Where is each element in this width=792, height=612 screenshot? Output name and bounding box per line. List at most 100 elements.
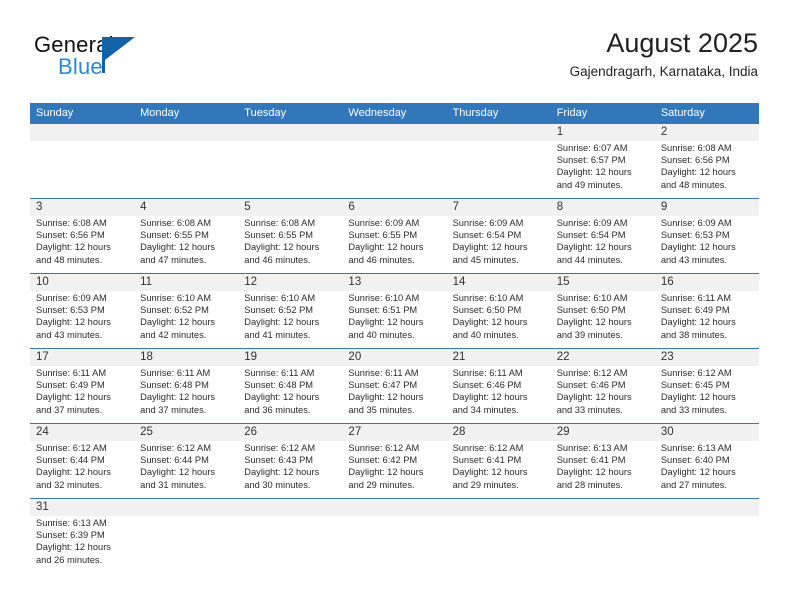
calendar-day-cell[interactable]: 8 Sunrise: 6:09 AM Sunset: 6:54 PM Daylight… xyxy=(551,199,655,273)
daylight-text-line1: Daylight: 12 hours xyxy=(556,242,632,253)
calendar-day-cell[interactable]: 28 Sunrise: 6:12 AM Sunset: 6:41 PM Dayligh… xyxy=(447,424,551,498)
daylight-text-line2: and 29 minutes. xyxy=(452,479,519,490)
day-sun-info: Sunrise: 6:11 AM Sunset: 6:48 PM Daylight:… xyxy=(140,367,233,416)
daylight-text-line1: Daylight: 12 hours xyxy=(36,467,111,478)
calendar-day-cell[interactable]: 12 Sunrise: 6:10 AM Sunset: 6:52 PM Dayligh… xyxy=(238,274,342,348)
calendar-week-row: 24 Sunrise: 6:12 AM Sunset: 6:44 PM Dayligh… xyxy=(30,423,759,498)
calendar-day-cell[interactable]: 2 Sunrise: 6:08 AM Sunset: 6:56 PM Daylight… xyxy=(655,124,759,198)
day-number: 12 xyxy=(244,276,258,288)
day-number: 31 xyxy=(36,501,49,513)
calendar-day-cell[interactable]: 15 Sunrise: 6:10 AM Sunset: 6:50 PM Dayligh… xyxy=(551,274,655,348)
day-sun-info: Sunrise: 6:08 AM Sunset: 6:56 PM Daylight:… xyxy=(661,142,754,191)
sunrise-text: Sunrise: 6:09 AM xyxy=(36,293,107,303)
calendar-day-cell[interactable]: 6 Sunrise: 6:09 AM Sunset: 6:55 PM Daylight… xyxy=(342,199,446,273)
sunrise-text: Sunrise: 6:08 AM xyxy=(244,218,316,228)
day-sun-info: Sunrise: 6:09 AM Sunset: 6:53 PM Daylight:… xyxy=(36,292,129,341)
daylight-text-line1: Daylight: 12 hours xyxy=(140,392,216,403)
calendar-day-cell[interactable]: 3 Sunrise: 6:08 AM Sunset: 6:56 PM Daylight… xyxy=(30,199,134,273)
calendar-day-cell[interactable]: 10 Sunrise: 6:09 AM Sunset: 6:53 PM Dayligh… xyxy=(30,274,134,348)
sunset-text: Sunset: 6:46 PM xyxy=(452,380,522,391)
sunrise-text: Sunrise: 6:12 AM xyxy=(244,443,316,453)
day-number: 4 xyxy=(140,201,147,213)
sunset-text: Sunset: 6:56 PM xyxy=(660,155,730,166)
calendar-day-cell[interactable]: 7 Sunrise: 6:09 AM Sunset: 6:54 PM Daylight… xyxy=(447,199,551,273)
sunrise-text: Sunrise: 6:10 AM xyxy=(348,293,420,303)
calendar-day-cell[interactable]: 23 Sunrise: 6:12 AM Sunset: 6:45 PM Dayligh… xyxy=(655,349,759,423)
calendar-day-cell[interactable]: 24 Sunrise: 6:12 AM Sunset: 6:44 PM Dayligh… xyxy=(30,424,134,498)
day-number: 21 xyxy=(452,351,466,363)
calendar-day-cell-empty xyxy=(134,124,238,198)
sunset-text: Sunset: 6:57 PM xyxy=(556,155,626,166)
weekday-wednesday: Wednesday xyxy=(348,107,407,119)
day-sun-info: Sunrise: 6:09 AM Sunset: 6:53 PM Daylight:… xyxy=(661,217,754,266)
weekday-monday: Monday xyxy=(140,107,180,119)
day-number: 11 xyxy=(140,276,153,288)
calendar-day-cell[interactable]: 13 Sunrise: 6:10 AM Sunset: 6:51 PM Dayligh… xyxy=(342,274,446,348)
sunset-text: Sunset: 6:54 PM xyxy=(556,230,626,241)
day-sun-info: Sunrise: 6:13 AM Sunset: 6:39 PM Daylight:… xyxy=(36,517,129,566)
daylight-text-line2: and 31 minutes. xyxy=(140,479,207,490)
sunset-text: Sunset: 6:55 PM xyxy=(244,230,314,241)
day-sun-info: Sunrise: 6:09 AM Sunset: 6:54 PM Daylight:… xyxy=(453,217,546,266)
calendar-day-cell-empty xyxy=(551,499,655,579)
daylight-text-line2: and 26 minutes. xyxy=(36,554,103,565)
daylight-text-line1: Daylight: 12 hours xyxy=(556,392,632,403)
calendar-day-cell[interactable]: 21 Sunrise: 6:11 AM Sunset: 6:46 PM Dayligh… xyxy=(447,349,551,423)
sunset-text: Sunset: 6:52 PM xyxy=(244,305,314,316)
daylight-text-line2: and 37 minutes. xyxy=(36,404,103,415)
daylight-text-line1: Daylight: 12 hours xyxy=(452,392,528,403)
calendar-day-cell-empty xyxy=(238,124,342,198)
calendar-day-cell[interactable]: 29 Sunrise: 6:13 AM Sunset: 6:41 PM Dayligh… xyxy=(551,424,655,498)
day-number: 16 xyxy=(660,276,674,288)
daylight-text-line2: and 28 minutes. xyxy=(556,479,623,490)
calendar-day-cell[interactable]: 27 Sunrise: 6:12 AM Sunset: 6:42 PM Dayligh… xyxy=(342,424,446,498)
calendar-day-cell[interactable]: 20 Sunrise: 6:11 AM Sunset: 6:47 PM Dayligh… xyxy=(342,349,446,423)
calendar-day-cell-empty xyxy=(447,499,551,579)
daylight-text-line1: Daylight: 12 hours xyxy=(36,317,111,328)
daylight-text-line2: and 36 minutes. xyxy=(244,404,311,415)
daylight-text-line2: and 45 minutes. xyxy=(452,254,519,265)
sunset-text: Sunset: 6:54 PM xyxy=(452,230,522,241)
weekday-tuesday: Tuesday xyxy=(244,107,287,119)
sunrise-text: Sunrise: 6:12 AM xyxy=(452,443,524,453)
daylight-text-line1: Daylight: 12 hours xyxy=(556,467,632,478)
sunrise-text: Sunrise: 6:11 AM xyxy=(36,368,107,378)
calendar-day-cell[interactable]: 26 Sunrise: 6:12 AM Sunset: 6:43 PM Dayligh… xyxy=(238,424,342,498)
calendar-week-row: 1 Sunrise: 6:07 AM Sunset: 6:57 PM Daylight… xyxy=(30,124,759,198)
day-number: 23 xyxy=(660,351,674,363)
calendar-day-cell[interactable]: 5 Sunrise: 6:08 AM Sunset: 6:55 PM Daylight… xyxy=(238,199,342,273)
day-number: 15 xyxy=(556,276,570,288)
calendar-day-cell[interactable]: 19 Sunrise: 6:11 AM Sunset: 6:48 PM Dayligh… xyxy=(238,349,342,423)
calendar-day-cell[interactable]: 25 Sunrise: 6:12 AM Sunset: 6:44 PM Dayligh… xyxy=(134,424,238,498)
daylight-text-line2: and 44 minutes. xyxy=(556,254,623,265)
calendar-day-cell-empty xyxy=(238,499,342,579)
calendar-day-cell[interactable]: 4 Sunrise: 6:08 AM Sunset: 6:55 PM Daylight… xyxy=(134,199,238,273)
day-number: 20 xyxy=(348,351,362,363)
calendar-day-cell[interactable]: 22 Sunrise: 6:12 AM Sunset: 6:46 PM Dayligh… xyxy=(551,349,655,423)
calendar-day-cell[interactable]: 18 Sunrise: 6:11 AM Sunset: 6:48 PM Dayligh… xyxy=(134,349,238,423)
general-blue-logo[interactable]: General Blue xyxy=(34,34,264,92)
sunset-text: Sunset: 6:55 PM xyxy=(140,230,209,241)
sunrise-text: Sunrise: 6:10 AM xyxy=(452,293,524,303)
daylight-text-line2: and 39 minutes. xyxy=(556,329,623,340)
daylight-text-line1: Daylight: 12 hours xyxy=(244,242,320,253)
day-number: 14 xyxy=(452,276,466,288)
calendar-day-cell[interactable]: 14 Sunrise: 6:10 AM Sunset: 6:50 PM Dayligh… xyxy=(447,274,551,348)
calendar-day-cell-empty xyxy=(342,499,446,579)
daylight-text-line2: and 47 minutes. xyxy=(140,254,207,265)
daylight-text-line2: and 46 minutes. xyxy=(348,254,415,265)
calendar-day-cell[interactable]: 11 Sunrise: 6:10 AM Sunset: 6:52 PM Dayligh… xyxy=(134,274,238,348)
day-number: 28 xyxy=(452,426,466,438)
calendar-day-cell[interactable]: 30 Sunrise: 6:13 AM Sunset: 6:40 PM Dayligh… xyxy=(655,424,759,498)
calendar-day-cell[interactable]: 1 Sunrise: 6:07 AM Sunset: 6:57 PM Daylight… xyxy=(551,124,655,198)
daylight-text-line2: and 34 minutes. xyxy=(452,404,519,415)
day-sun-info: Sunrise: 6:12 AM Sunset: 6:43 PM Daylight:… xyxy=(244,442,337,491)
daylight-text-line2: and 41 minutes. xyxy=(244,329,311,340)
day-number: 22 xyxy=(556,351,570,363)
day-number xyxy=(661,499,754,516)
day-sun-info: Sunrise: 6:10 AM Sunset: 6:51 PM Daylight:… xyxy=(348,292,441,341)
calendar-day-cell[interactable]: 9 Sunrise: 6:09 AM Sunset: 6:53 PM Daylight… xyxy=(655,199,759,273)
calendar-day-cell[interactable]: 17 Sunrise: 6:11 AM Sunset: 6:49 PM Dayligh… xyxy=(30,349,134,423)
calendar-day-cell[interactable]: 16 Sunrise: 6:11 AM Sunset: 6:49 PM Dayligh… xyxy=(655,274,759,348)
calendar-day-cell[interactable]: 31 Sunrise: 6:13 AM Sunset: 6:39 PM Dayligh… xyxy=(30,499,134,579)
